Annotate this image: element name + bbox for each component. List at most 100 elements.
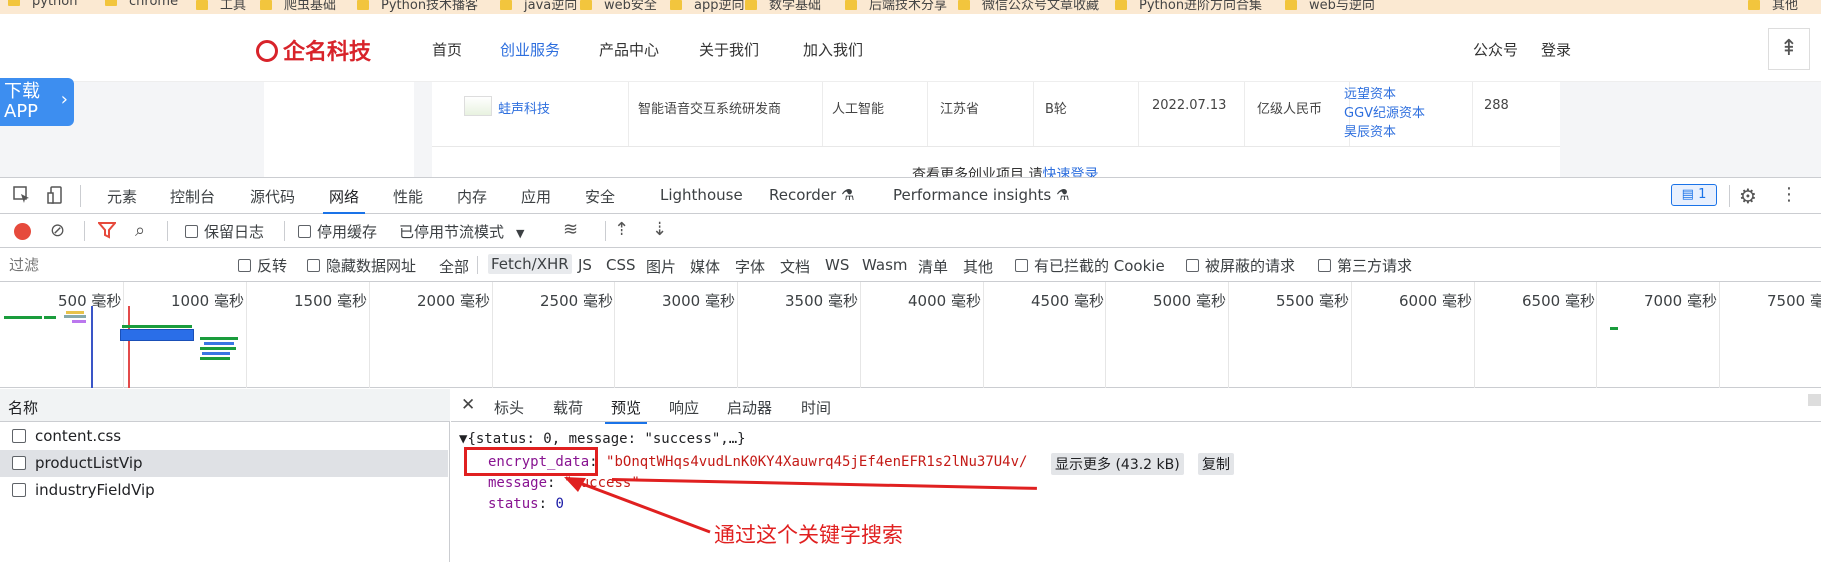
record-icon[interactable] [14, 223, 31, 240]
tab-elements[interactable]: 元素 [107, 186, 137, 207]
search-icon[interactable]: ⌕ [135, 220, 145, 241]
filter-type-font[interactable]: 字体 [735, 256, 765, 277]
download-app-badge[interactable]: 下载 APP › [0, 78, 74, 126]
filter-type-other[interactable]: 其他 [963, 256, 993, 277]
network-overview-timeline[interactable]: 500 毫秒 1000 毫秒 1500 毫秒 2000 毫秒 2500 毫秒 3… [0, 282, 1821, 388]
disable-cache-label: 停用缓存 [317, 223, 378, 241]
timeline-tick: 6500 毫秒 [1522, 292, 1595, 310]
filter-type-fetch-xhr[interactable]: Fetch/XHR [488, 254, 572, 274]
network-conditions-icon[interactable]: ≋ [563, 219, 578, 240]
nav-about[interactable]: 关于我们 [699, 39, 759, 60]
request-row[interactable]: content.css [0, 423, 448, 450]
startup-table: 蛙声科技 智能语音交互系统研发商 人工智能 江苏省 B轮 2022.07.13 … [432, 82, 1560, 177]
copy-button[interactable]: 复制 [1198, 453, 1234, 475]
blocked-requests-checkbox[interactable]: 被屏蔽的请求 [1186, 255, 1295, 276]
bookmark-item[interactable]: chrome [105, 0, 178, 9]
filter-type-doc[interactable]: 文档 [780, 256, 810, 277]
toolbar-divider [477, 256, 478, 274]
request-name: productListVip [35, 454, 143, 472]
filter-type-wasm[interactable]: Wasm [862, 256, 908, 274]
bookmark-item[interactable]: web与逆向 [1285, 0, 1375, 13]
bookmark-item[interactable]: java逆向 [500, 0, 577, 13]
filter-funnel-icon[interactable] [96, 221, 118, 243]
filter-type-js[interactable]: JS [578, 256, 592, 274]
tab-response[interactable]: 响应 [669, 397, 699, 418]
tab-payload[interactable]: 载荷 [553, 397, 583, 418]
invert-checkbox[interactable]: 反转 [238, 255, 287, 276]
filter-type-manifest[interactable]: 清单 [918, 256, 948, 277]
tab-recorder[interactable]: Recorder ⚗ [769, 186, 854, 204]
more-options-icon[interactable]: ⋮ [1780, 184, 1798, 205]
bookmark-item[interactable]: 后端技术分享 [845, 0, 947, 13]
show-more-button[interactable]: 显示更多 (43.2 kB) [1051, 453, 1184, 475]
filter-type-ws[interactable]: WS [825, 256, 849, 274]
investor-link[interactable]: 远望资本 [1344, 83, 1396, 102]
inspect-element-icon[interactable] [12, 185, 32, 209]
hide-data-urls-checkbox[interactable]: 隐藏数据网址 [307, 255, 416, 276]
scrollbar[interactable] [1808, 394, 1821, 406]
issues-badge[interactable]: ▤ 1 [1671, 184, 1717, 206]
tab-network[interactable]: 网络 [322, 186, 366, 214]
disable-cache-checkbox[interactable]: 停用缓存 [298, 221, 377, 242]
preserve-log-checkbox[interactable]: 保留日志 [185, 221, 264, 242]
tab-security[interactable]: 安全 [585, 186, 615, 207]
login-link[interactable]: 登录 [1541, 39, 1571, 60]
timeline-tick: 3000 毫秒 [662, 292, 735, 310]
blocked-cookies-checkbox[interactable]: 有已拦截的 Cookie [1015, 255, 1165, 276]
network-filter-bar: 反转 隐藏数据网址 全部 Fetch/XHR JS CSS 图片 媒体 字体 文… [0, 248, 1821, 282]
tab-lighthouse[interactable]: Lighthouse [660, 186, 743, 204]
investor-link[interactable]: GGV纪源资本 [1344, 102, 1425, 121]
bookmark-item[interactable]: 微信公众号文章收藏 [958, 0, 1099, 13]
tab-console[interactable]: 控制台 [170, 186, 215, 207]
bookmark-item[interactable]: 数学基础 [745, 0, 821, 13]
tab-preview[interactable]: 预览 [604, 397, 648, 424]
investor-link[interactable]: 昊辰资本 [1344, 121, 1396, 140]
settings-gear-icon[interactable]: ⚙ [1739, 184, 1757, 208]
device-toolbar-icon[interactable] [46, 185, 66, 209]
bookmark-item[interactable]: Python进阶方向合集 [1115, 0, 1262, 13]
tab-timing[interactable]: 时间 [801, 397, 831, 418]
nav-products[interactable]: 产品中心 [599, 39, 659, 60]
timeline-gridline [492, 282, 493, 388]
bookmark-item[interactable]: 其他 [1748, 0, 1798, 13]
nav-startup-services[interactable]: 创业服务 [500, 39, 560, 60]
tab-initiator[interactable]: 启动器 [727, 397, 772, 418]
bookmark-item[interactable]: Python技术播客 [357, 0, 478, 13]
third-party-checkbox[interactable]: 第三方请求 [1318, 255, 1412, 276]
export-har-icon[interactable]: ⇣ [652, 219, 667, 240]
bookmark-item[interactable]: web安全 [580, 0, 657, 13]
tab-headers[interactable]: 标头 [494, 397, 524, 418]
bookmark-item[interactable]: 爬虫基础 [260, 0, 336, 13]
tab-application[interactable]: 应用 [521, 186, 551, 207]
dropdown-arrow-icon: ▼ [516, 227, 525, 240]
load-event-marker [128, 306, 130, 388]
tab-performance-insights[interactable]: Performance insights ⚗ [893, 186, 1069, 204]
filter-input[interactable] [6, 254, 221, 276]
bookmark-item[interactable]: python [8, 0, 77, 9]
import-har-icon[interactable]: ⇡ [614, 219, 629, 240]
bookmark-item[interactable]: 工具 [196, 0, 246, 13]
back-to-top-icon[interactable]: ⇞ [1768, 28, 1810, 70]
wechat-account-link[interactable]: 公众号 [1473, 39, 1518, 60]
request-row[interactable]: productListVip [0, 450, 448, 477]
nav-join[interactable]: 加入我们 [803, 39, 863, 60]
clear-icon[interactable]: ⊘ [50, 220, 65, 241]
tab-performance[interactable]: 性能 [393, 186, 423, 207]
nav-home[interactable]: 首页 [432, 39, 462, 60]
tab-sources[interactable]: 源代码 [250, 186, 295, 207]
throttling-dropdown[interactable]: 已停用节流模式 ▼ [399, 221, 524, 242]
quick-login-link[interactable]: 快速登录 [1042, 167, 1098, 177]
filter-type-img[interactable]: 图片 [646, 256, 676, 277]
filter-type-all[interactable]: 全部 [439, 256, 469, 277]
bookmark-item[interactable]: app逆向 [670, 0, 744, 13]
preview-object-summary[interactable]: ▼{status: 0, message: "success",…} [459, 431, 746, 447]
filter-type-media[interactable]: 媒体 [690, 256, 720, 277]
close-icon[interactable]: ✕ [461, 395, 475, 415]
name-column-header[interactable]: 名称 [0, 389, 450, 422]
timeline-tick: 2500 毫秒 [540, 292, 613, 310]
site-logo[interactable]: 企名科技 [256, 34, 371, 66]
tab-memory[interactable]: 内存 [457, 186, 487, 207]
company-name-link[interactable]: 蛙声科技 [498, 98, 550, 117]
request-row[interactable]: industryFieldVip [0, 477, 448, 504]
filter-type-css[interactable]: CSS [606, 256, 636, 274]
